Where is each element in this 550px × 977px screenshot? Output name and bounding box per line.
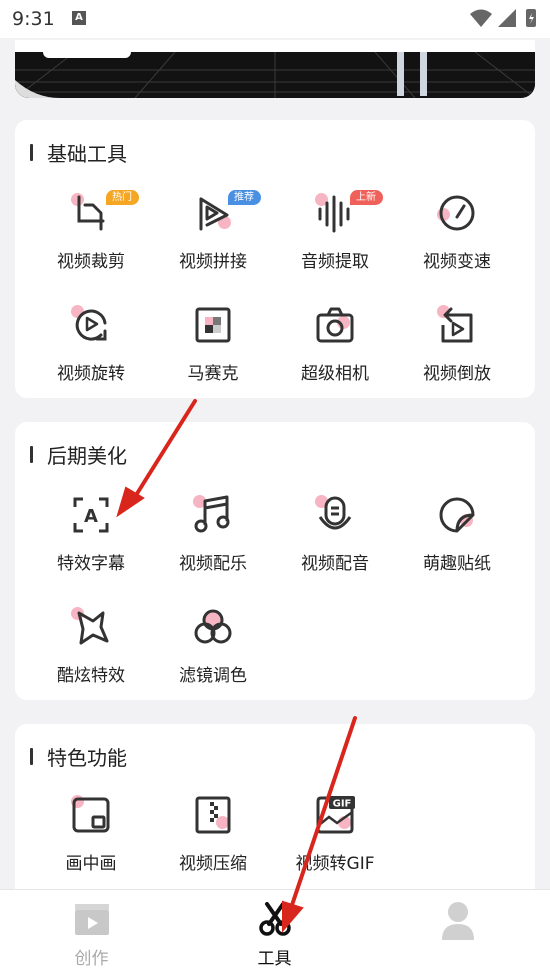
tool-audio-extract[interactable]: 上新 音频提取 — [274, 190, 396, 272]
section-title: 后期美化 — [30, 442, 127, 468]
new-badge: 上新 — [350, 190, 383, 205]
subtitle-icon: A — [73, 497, 109, 533]
splice-icon — [199, 197, 229, 231]
section-title: 基础工具 — [30, 140, 127, 166]
reverse-icon — [441, 307, 473, 343]
tab-create[interactable]: 创作 — [0, 902, 183, 969]
recommend-badge: 推荐 — [228, 190, 261, 205]
profile-icon — [441, 902, 474, 940]
microphone-icon — [318, 496, 352, 530]
status-time: 9:31 — [12, 8, 55, 30]
tab-tools[interactable]: 工具 — [183, 902, 366, 969]
star-effect-icon — [77, 611, 109, 645]
sticker-icon — [439, 497, 475, 533]
tool-video-compress[interactable]: 视频压缩 — [152, 792, 274, 874]
tab-profile[interactable] — [366, 900, 549, 950]
post-beautify-card: 后期美化 A 特效字幕 视频配乐 视频配音 萌趣贴纸 酷炫特效 滤镜调色 — [15, 422, 535, 700]
status-icons — [468, 6, 540, 34]
tab-label: 工具 — [257, 949, 292, 969]
crop-icon — [77, 195, 105, 231]
wifi-icon — [470, 9, 492, 27]
banner-image[interactable] — [15, 40, 535, 98]
speedometer-icon — [439, 195, 475, 231]
tool-video-speed[interactable]: 视频变速 — [396, 190, 518, 272]
music-note-icon — [194, 495, 230, 533]
tool-video-crop[interactable]: 热门 视频裁剪 — [30, 190, 152, 272]
svg-text:GIF: GIF — [333, 799, 352, 810]
camera-icon — [316, 307, 354, 343]
tool-video-music[interactable]: 视频配乐 — [152, 492, 274, 574]
svg-text:A: A — [84, 506, 98, 527]
audio-wave-icon — [318, 195, 350, 233]
tool-video-rotate[interactable]: 视频旋转 — [30, 302, 152, 384]
basic-tools-card: 基础工具 热门 视频裁剪 推荐 视频拼接 上新 音频提取 视频变速 视频旋转 马… — [15, 120, 535, 398]
bottom-tab-bar: 创作 工具 — [0, 889, 550, 977]
hot-badge: 热门 — [106, 190, 139, 205]
gif-icon: GIF — [316, 796, 355, 834]
featured-card: 特色功能 画中画 视频压缩 GIF 视频转GIF — [15, 724, 535, 900]
tool-fun-sticker[interactable]: 萌趣贴纸 — [396, 492, 518, 574]
status-bar: 9:31 A — [0, 0, 550, 38]
picture-in-picture-icon — [72, 797, 110, 833]
signal-icon — [498, 9, 516, 27]
mosaic-icon — [195, 307, 231, 343]
compress-icon — [195, 796, 231, 834]
filter-icon — [194, 609, 232, 644]
section-title-text: 特色功能 — [47, 745, 127, 770]
section-title-text: 后期美化 — [47, 443, 127, 468]
tab-label: 创作 — [74, 949, 109, 969]
rotate-icon — [75, 309, 107, 341]
tool-video-splice[interactable]: 推荐 视频拼接 — [152, 190, 274, 272]
tool-filter-color[interactable]: 滤镜调色 — [152, 604, 274, 686]
scissors-icon — [258, 902, 291, 936]
tool-video-dubbing[interactable]: 视频配音 — [274, 492, 396, 574]
notification-icon: A — [72, 11, 86, 25]
section-title-text: 基础工具 — [47, 141, 127, 166]
tool-video-to-gif[interactable]: GIF 视频转GIF — [274, 792, 396, 874]
tool-effect-subtitle[interactable]: A 特效字幕 — [30, 492, 152, 574]
clapperboard-icon — [74, 904, 109, 935]
tool-mosaic[interactable]: 马赛克 — [152, 302, 274, 384]
tool-cool-effect[interactable]: 酷炫特效 — [30, 604, 152, 686]
section-title: 特色功能 — [30, 744, 127, 770]
tool-picture-in-picture[interactable]: 画中画 — [30, 792, 152, 874]
tool-video-reverse[interactable]: 视频倒放 — [396, 302, 518, 384]
tool-super-camera[interactable]: 超级相机 — [274, 302, 396, 384]
